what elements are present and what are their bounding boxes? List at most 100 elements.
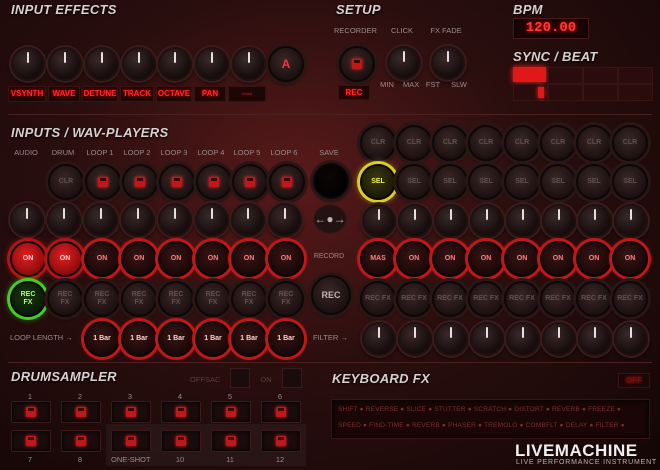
grid-on-5[interactable]: ON	[504, 241, 540, 277]
grid-knob-8[interactable]	[614, 204, 648, 238]
effect-tag-pan[interactable]: PAN	[194, 86, 226, 102]
loop1-recfx-button[interactable]: REC FX	[84, 281, 120, 317]
grid-clr-6[interactable]: CLR	[540, 125, 576, 161]
loop6-recfx-button[interactable]: REC FX	[268, 281, 304, 317]
drum-pad-5[interactable]	[211, 401, 251, 423]
loop5-save-button[interactable]	[232, 164, 268, 200]
save-button[interactable]	[313, 163, 349, 199]
grid-sel-3[interactable]: SEL	[432, 164, 468, 200]
grid-on-7[interactable]: ON	[576, 241, 612, 277]
loop6-save-button[interactable]	[269, 164, 305, 200]
grid-recfx-6[interactable]: REC FX	[540, 281, 576, 317]
grid-clr-1[interactable]: CLR	[360, 125, 396, 161]
effect-tag-wave[interactable]: WAVE	[48, 86, 80, 102]
loop5-length-button[interactable]: 1 Bar	[231, 321, 267, 357]
grid-clr-7[interactable]: CLR	[576, 125, 612, 161]
grid-on-2[interactable]: ON	[396, 241, 432, 277]
click-knob[interactable]	[387, 46, 421, 80]
loop3-on-button[interactable]: ON	[158, 241, 194, 277]
bpm-display[interactable]: 120.00	[513, 18, 589, 39]
setup-rec-button[interactable]: REC	[338, 85, 370, 100]
grid-clr-3[interactable]: CLR	[432, 125, 468, 161]
grid-on-4[interactable]: ON	[468, 241, 504, 277]
loop6-vol-knob[interactable]	[268, 203, 302, 237]
drum-pad-8[interactable]	[61, 430, 101, 452]
grid-on-8[interactable]: ON	[612, 241, 648, 277]
drum-pad-2[interactable]	[61, 401, 101, 423]
grid-filter-knob-5[interactable]	[506, 322, 540, 356]
loop1-on-button[interactable]: ON	[84, 241, 120, 277]
grid-sel-7[interactable]: SEL	[576, 164, 612, 200]
grid-clr-4[interactable]: CLR	[468, 125, 504, 161]
grid-recfx-8[interactable]: REC FX	[612, 281, 648, 317]
grid-clr-2[interactable]: CLR	[396, 125, 432, 161]
grid-sel-5[interactable]: SEL	[504, 164, 540, 200]
drumsampler-opt1-toggle[interactable]	[230, 368, 250, 388]
drum-on-button[interactable]: ON	[47, 241, 83, 277]
effect-a-button[interactable]: A	[268, 46, 304, 82]
loop3-length-button[interactable]: 1 Bar	[158, 321, 194, 357]
drum-pad-7[interactable]	[11, 430, 51, 452]
effect-knob-2[interactable]	[48, 47, 82, 81]
grid-knob-7[interactable]	[578, 204, 612, 238]
keyboard-fx-off-button[interactable]: OFF	[618, 373, 650, 388]
drum-pad-9[interactable]	[111, 430, 151, 452]
loop4-save-button[interactable]	[196, 164, 232, 200]
audio-recfx-button[interactable]: REC FX	[10, 281, 46, 317]
drum-pad-10[interactable]	[161, 430, 201, 452]
drum-clr-button[interactable]: CLR	[48, 164, 84, 200]
loop4-vol-knob[interactable]	[195, 203, 229, 237]
grid-filter-knob-6[interactable]	[542, 322, 576, 356]
effect-tag-vsynth[interactable]: VSYNTH	[8, 86, 46, 102]
grid-knob-4[interactable]	[470, 204, 504, 238]
grid-knob-3[interactable]	[434, 204, 468, 238]
drum-pad-12[interactable]	[261, 430, 301, 452]
effect-knob-1[interactable]	[11, 47, 45, 81]
grid-recfx-4[interactable]: REC FX	[468, 281, 504, 317]
grid-filter-knob-1[interactable]	[362, 322, 396, 356]
grid-sel-1[interactable]: SEL	[360, 164, 396, 200]
effect-tag-octave[interactable]: OCTAVE	[156, 86, 192, 102]
grid-sel-2[interactable]: SEL	[396, 164, 432, 200]
loop2-save-button[interactable]	[122, 164, 158, 200]
loop3-save-button[interactable]	[159, 164, 195, 200]
loop2-on-button[interactable]: ON	[121, 241, 157, 277]
loop4-on-button[interactable]: ON	[195, 241, 231, 277]
loop2-recfx-button[interactable]: REC FX	[121, 281, 157, 317]
loop5-on-button[interactable]: ON	[231, 241, 267, 277]
loop5-recfx-button[interactable]: REC FX	[231, 281, 267, 317]
grid-knob-2[interactable]	[398, 204, 432, 238]
drum-pad-6[interactable]	[261, 401, 301, 423]
loop4-recfx-button[interactable]: REC FX	[195, 281, 231, 317]
drum-vol-knob[interactable]	[47, 203, 81, 237]
loop5-vol-knob[interactable]	[231, 203, 265, 237]
grid-clr-8[interactable]: CLR	[612, 125, 648, 161]
grid-recfx-1[interactable]: REC FX	[360, 281, 396, 317]
loop2-length-button[interactable]: 1 Bar	[121, 321, 157, 357]
grid-knob-6[interactable]	[542, 204, 576, 238]
drum-pad-3[interactable]	[111, 401, 151, 423]
audio-on-button[interactable]: ON	[10, 241, 46, 277]
grid-sel-4[interactable]: SEL	[468, 164, 504, 200]
effect-knob-4[interactable]	[122, 47, 156, 81]
grid-mas-button[interactable]: MAS	[360, 241, 396, 277]
record-button[interactable]: REC	[311, 275, 351, 315]
grid-recfx-7[interactable]: REC FX	[576, 281, 612, 317]
effect-knob-7[interactable]	[232, 47, 266, 81]
loop1-vol-knob[interactable]	[84, 203, 118, 237]
grid-clr-5[interactable]: CLR	[504, 125, 540, 161]
effect-tag-empty[interactable]: ----	[228, 86, 266, 102]
fx-fade-knob[interactable]	[431, 46, 465, 80]
grid-knob-1[interactable]	[362, 204, 396, 238]
grid-recfx-2[interactable]: REC FX	[396, 281, 432, 317]
drum-pad-1[interactable]	[11, 401, 51, 423]
effect-knob-5[interactable]	[158, 47, 192, 81]
loop6-length-button[interactable]: 1 Bar	[268, 321, 304, 357]
loop2-vol-knob[interactable]	[121, 203, 155, 237]
drum-pad-4[interactable]	[161, 401, 201, 423]
grid-filter-knob-4[interactable]	[470, 322, 504, 356]
grid-filter-knob-3[interactable]	[434, 322, 468, 356]
grid-sel-8[interactable]: SEL	[612, 164, 648, 200]
grid-on-3[interactable]: ON	[432, 241, 468, 277]
effect-knob-6[interactable]	[195, 47, 229, 81]
